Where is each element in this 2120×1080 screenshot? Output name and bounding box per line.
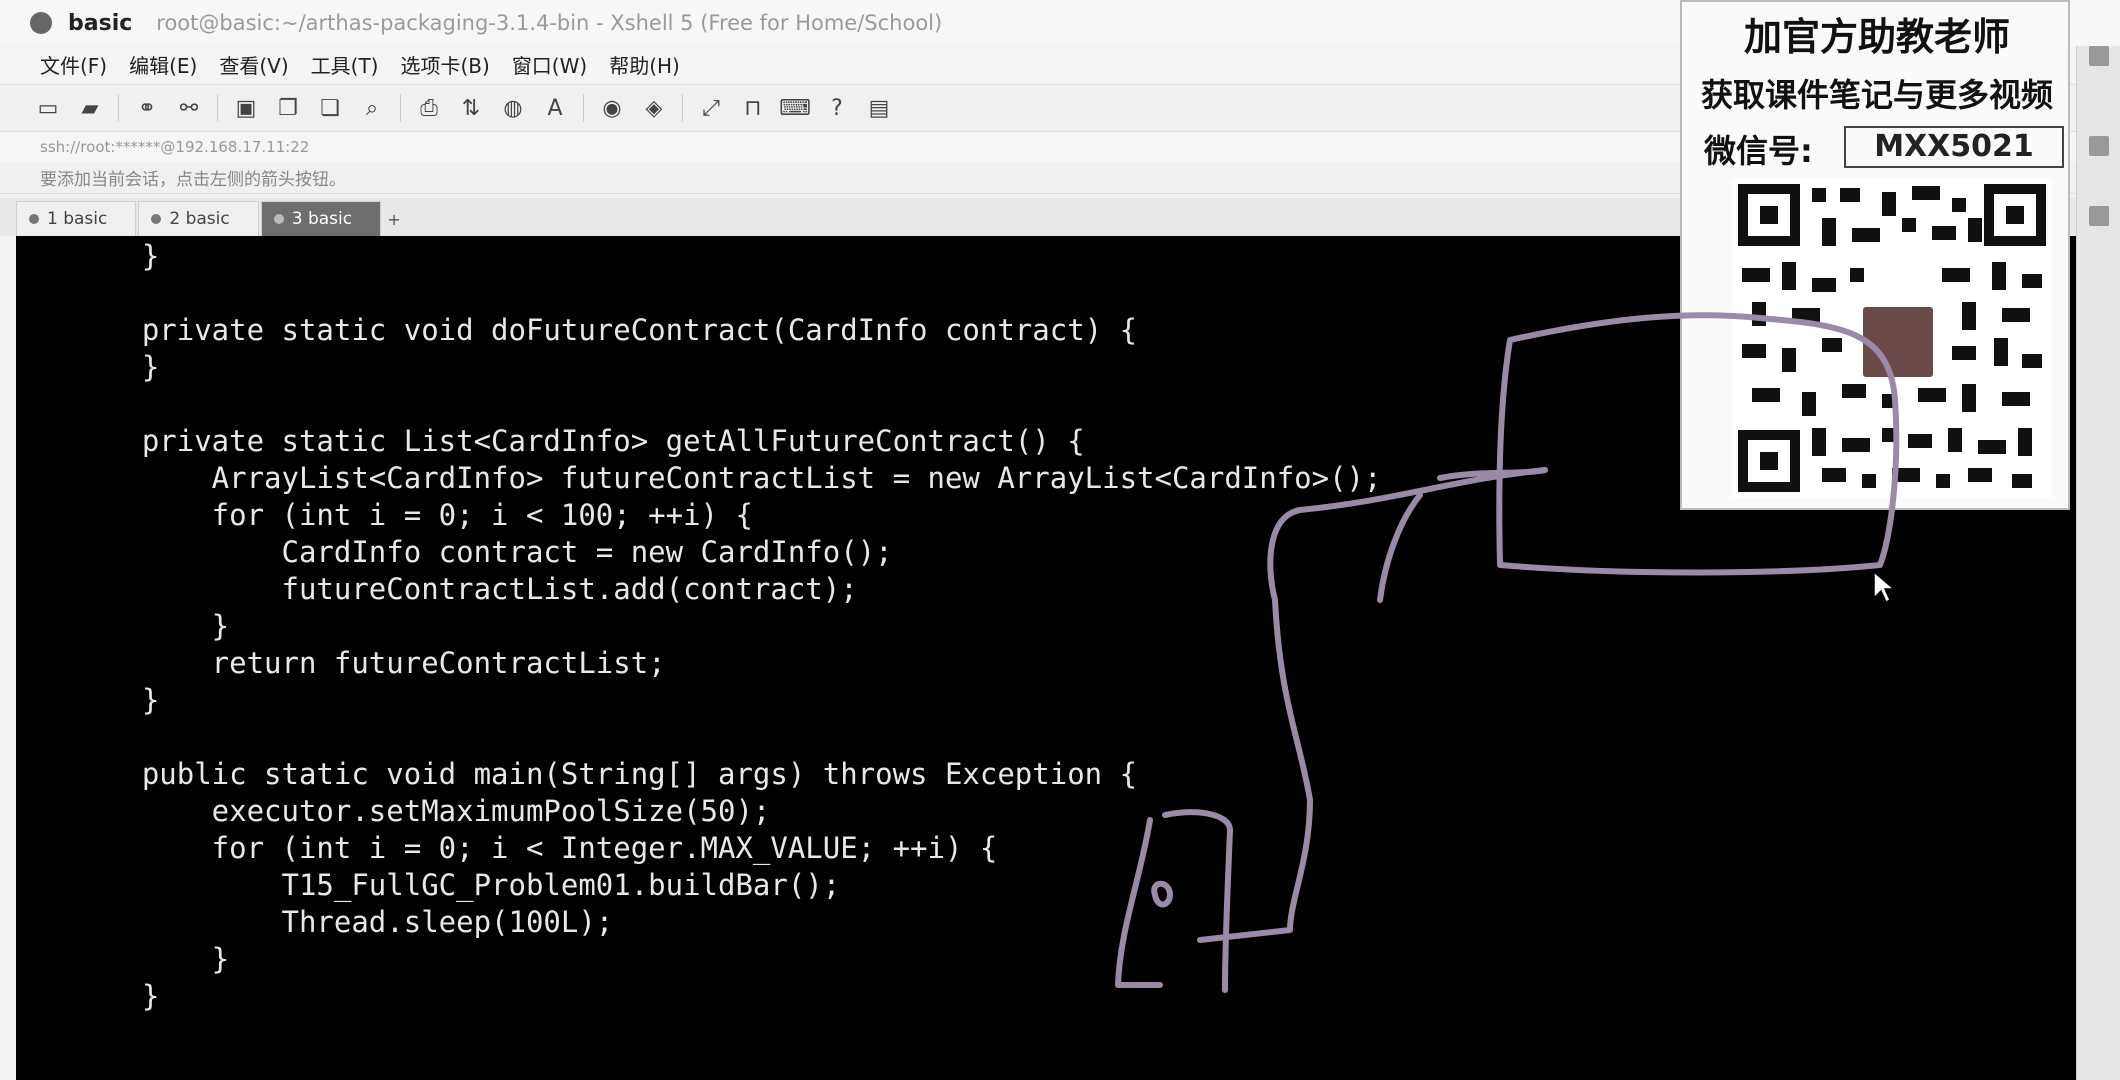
hint-text: 要添加当前会话，点击左侧的箭头按钮。 <box>40 170 346 190</box>
code-line: executor.setMaximumPoolSize(50); <box>72 794 771 828</box>
add-tab-button[interactable]: + <box>383 202 405 236</box>
qr-code <box>1732 178 2052 498</box>
disconnect-icon[interactable]: ⚯ <box>175 94 203 122</box>
code-line: T15_FullGC_Problem01.buildBar(); <box>72 868 841 902</box>
toolbar-separator <box>217 94 218 122</box>
menu-view[interactable]: 查看(V) <box>219 50 288 79</box>
color-scheme-icon[interactable]: ◉ <box>598 94 626 122</box>
side-scroll-up-icon[interactable] <box>2089 136 2109 156</box>
toolbar-separator <box>118 94 119 122</box>
menu-tabs[interactable]: 选项卡(B) <box>400 50 489 79</box>
code-line: } <box>72 979 160 1013</box>
tab-status-icon <box>29 214 39 224</box>
copy-icon[interactable]: ❐ <box>274 94 302 122</box>
address-text: ssh://root:******@192.168.17.11:22 <box>40 138 310 156</box>
tab-status-icon <box>273 214 284 224</box>
code-line: return futureContractList; <box>72 646 666 680</box>
right-side-panel <box>2076 46 2120 1080</box>
code-line: } <box>72 239 160 273</box>
tab-3-basic[interactable]: 3 basic <box>260 201 382 236</box>
code-line: futureContractList.add(contract); <box>72 572 858 606</box>
menu-file[interactable]: 文件(F) <box>40 50 107 79</box>
window-subtitle: root@basic:~/arthas-packaging-3.1.4-bin … <box>156 11 943 35</box>
toolbar-separator <box>583 94 584 122</box>
help-icon[interactable]: ? <box>823 94 851 122</box>
code-line: } <box>72 350 160 384</box>
wechat-id: MXX5021 <box>1844 126 2064 168</box>
find-icon[interactable]: ⌕ <box>358 94 386 122</box>
code-line: for (int i = 0; i < Integer.MAX_VALUE; +… <box>72 831 998 865</box>
keyboard-icon[interactable]: ⌨ <box>779 94 811 122</box>
tab-label: 3 basic <box>291 209 353 229</box>
qr-finder <box>1984 184 2046 246</box>
promo-overlay: 加官方助教老师 获取课件笔记与更多视频 微信号: MXX5021 <box>1680 0 2070 510</box>
qr-finder <box>1738 184 1800 246</box>
open-folder-icon[interactable]: ▰ <box>76 94 104 122</box>
wechat-label: 微信号: <box>1704 132 1813 170</box>
menu-tools[interactable]: 工具(T) <box>311 50 379 79</box>
promo-subtitle: 获取课件笔记与更多视频 <box>1700 76 2053 114</box>
code-line: Thread.sleep(100L); <box>72 905 614 939</box>
code-line: CardInfo contract = new CardInfo(); <box>72 535 893 569</box>
menu-edit[interactable]: 编辑(E) <box>129 50 197 79</box>
xshell-window: basic root@basic:~/arthas-packaging-3.1.… <box>0 0 2120 1080</box>
new-session-icon[interactable]: ▭ <box>34 94 62 122</box>
tab-label: 1 basic <box>47 209 108 229</box>
code-line: ArrayList<CardInfo> futureContractList =… <box>72 461 1382 495</box>
paste-icon[interactable]: ❏ <box>316 94 344 122</box>
tab-label: 2 basic <box>169 209 230 229</box>
code-line: } <box>72 683 160 717</box>
toolbar-separator <box>400 94 401 122</box>
lock-icon[interactable]: ⊓ <box>739 94 767 122</box>
window-title: basic <box>68 10 133 36</box>
menu-help[interactable]: 帮助(H) <box>609 50 680 79</box>
code-line: } <box>72 942 230 976</box>
reconnect-icon[interactable]: ⚭ <box>133 94 161 122</box>
xshell-app-icon <box>30 12 52 34</box>
code-line: private static List<CardInfo> getAllFutu… <box>72 424 1085 458</box>
mouse-cursor-icon <box>1873 570 1896 604</box>
tab-status-icon <box>151 214 162 224</box>
code-line: public static void main(String[] args) t… <box>72 757 1138 791</box>
fullscreen-icon[interactable]: ⤢ <box>697 94 725 122</box>
properties-icon[interactable]: ▣ <box>232 94 260 122</box>
script-icon[interactable]: ◈ <box>640 94 668 122</box>
print-icon[interactable]: ⎙ <box>415 94 443 122</box>
transfer-icon[interactable]: ⇅ <box>457 94 485 122</box>
promo-title: 加官方助教老师 <box>1743 15 2010 59</box>
globe-icon[interactable]: ◍ <box>499 94 527 122</box>
font-icon[interactable]: A <box>541 94 569 122</box>
minimize-icon[interactable] <box>2089 46 2109 66</box>
code-line: private static void doFutureContract(Car… <box>72 313 1138 347</box>
qr-finder <box>1738 430 1800 492</box>
toolbar-separator <box>682 94 683 122</box>
chat-icon[interactable]: ▤ <box>865 94 893 122</box>
tab-2-basic[interactable]: 2 basic <box>138 201 259 236</box>
code-line: for (int i = 0; i < 100; ++i) { <box>72 498 753 532</box>
menu-window[interactable]: 窗口(W) <box>512 50 587 79</box>
tab-1-basic[interactable]: 1 basic <box>16 201 137 236</box>
side-scroll-icon[interactable] <box>2089 206 2109 226</box>
code-line: } <box>72 609 230 643</box>
qr-avatar <box>1860 304 1936 380</box>
